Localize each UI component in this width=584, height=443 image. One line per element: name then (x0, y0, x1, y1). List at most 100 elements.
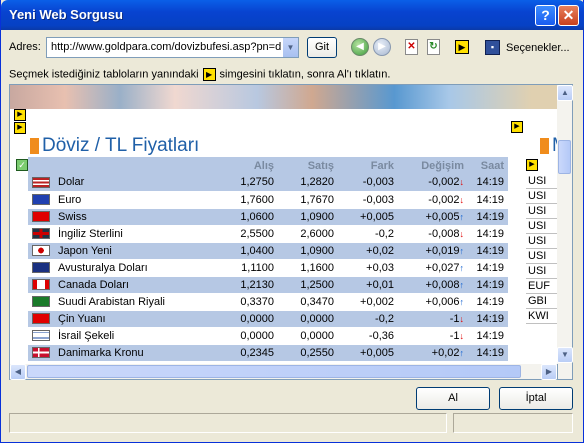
scroll-up-button[interactable]: ▲ (557, 85, 573, 101)
side-list-item: USI (526, 219, 557, 234)
column-header: Değişim (398, 157, 468, 174)
currency-name: İsrail Şekeli (58, 329, 115, 342)
satis-cell: 0,0000 (278, 327, 338, 345)
table-select-arrow-icon[interactable]: ▶ (511, 121, 523, 133)
address-value: http://www.goldpara.com/dovizbufesi.asp?… (51, 41, 282, 53)
web-preview[interactable]: ▶ ▶ ▶ Döviz / TL Fiyatları M ✓ ▶ AlışSat… (9, 84, 558, 380)
flag-icon (32, 228, 50, 240)
degisim-value: +0,006 (425, 295, 460, 308)
flag-icon (32, 245, 50, 257)
alis-cell: 1,2750 (218, 174, 278, 192)
degisim-cell: -1↓ (398, 327, 468, 345)
up-arrow-icon: ↑ (459, 347, 465, 358)
scroll-down-button[interactable]: ▼ (557, 347, 573, 363)
window-title: Yeni Web Sorgusu (9, 7, 123, 22)
currency-name: Çin Yuanı (58, 312, 106, 325)
saat-cell: 14:19 (468, 293, 508, 311)
flag-icon (32, 330, 50, 342)
close-button[interactable]: ✕ (558, 5, 579, 26)
degisim-value: +0,008 (425, 278, 460, 291)
import-button[interactable]: Al (416, 387, 490, 410)
saat-cell: 14:19 (468, 242, 508, 260)
satis-cell: 1,7670 (278, 191, 338, 209)
options-button[interactable]: Seçenekler... (506, 42, 570, 54)
alis-cell: 0,0000 (218, 327, 278, 345)
currency-name: Japon Yeni (58, 244, 112, 257)
vertical-scroll-thumb[interactable] (558, 140, 571, 174)
table-row: İngiliz Sterlini 2,5500 2,6000 -0,2 -0,008↓ 1… (28, 225, 508, 243)
fark-cell: +0,02 (338, 242, 398, 260)
degisim-value: +0,019 (425, 244, 460, 257)
forward-icon[interactable]: ▶ (373, 38, 391, 56)
column-header (28, 157, 218, 174)
satis-cell: 2,6000 (278, 225, 338, 243)
table-row: Euro 1,7600 1,7670 -0,003 -0,002↓ 14:19 (28, 191, 508, 209)
up-arrow-icon: ↑ (459, 279, 465, 290)
currency-name: Danimarka Kronu (58, 346, 144, 359)
degisim-cell: -0,002↓ (398, 191, 468, 209)
currency-name-cell: Danimarka Kronu (28, 344, 218, 362)
horizontal-scroll-thumb[interactable] (27, 365, 521, 378)
title-bar[interactable]: Yeni Web Sorgusu ? ✕ (1, 0, 584, 30)
table-select-arrow-icon[interactable]: ▶ (14, 122, 26, 134)
currency-name: Avusturalya Doları (58, 261, 148, 274)
table-row: Danimarka Kronu 0,2345 0,2550 +0,005 +0,02↑ 1… (28, 344, 508, 362)
side-list-item: USI (526, 264, 557, 279)
vertical-scrollbar[interactable]: ▲ ▼ (557, 84, 573, 380)
flag-icon (32, 279, 50, 291)
instruction-part2: simgesini tıklatın, sonra Al'ı tıklatın. (219, 68, 391, 81)
table-select-arrow-icon[interactable]: ▶ (526, 159, 538, 171)
degisim-value: +0,027 (425, 261, 460, 274)
address-dropdown-button[interactable]: ▼ (282, 38, 298, 57)
down-arrow-icon: ↓ (459, 228, 465, 239)
degisim-cell: -0,008↓ (398, 225, 468, 243)
fark-cell: -0,36 (338, 327, 398, 345)
go-button[interactable]: Git (307, 37, 337, 58)
flag-icon (32, 211, 50, 223)
satis-cell: 1,2820 (278, 174, 338, 192)
address-input[interactable]: http://www.goldpara.com/dovizbufesi.asp?… (46, 37, 299, 58)
flag-icon (32, 176, 50, 188)
side-list-item: USI (526, 189, 557, 204)
down-arrow-icon: ↓ (459, 330, 465, 341)
table-row: Dolar 1,2750 1,2820 -0,003 -0,002↓ 14:19 (28, 174, 508, 192)
cancel-button[interactable]: İptal (499, 387, 573, 410)
table-selected-check-icon[interactable]: ✓ (16, 159, 28, 171)
satis-cell: 1,0900 (278, 242, 338, 260)
save-query-icon[interactable]: ▪ (485, 40, 500, 55)
degisim-cell: -1↓ (398, 310, 468, 328)
flag-icon (32, 194, 50, 206)
currency-name-cell: Euro (28, 191, 218, 209)
satis-cell: 0,3470 (278, 293, 338, 311)
fark-cell: +0,005 (338, 208, 398, 226)
satis-cell: 0,0000 (278, 310, 338, 328)
column-header: Alış (218, 157, 278, 174)
side-list-item: USI (526, 174, 557, 189)
currency-name-cell: Swiss (28, 208, 218, 226)
horizontal-scrollbar[interactable]: ◀ ▶ (9, 364, 558, 380)
table-row: Avusturalya Doları 1,1100 1,1600 +0,03 +0,02… (28, 259, 508, 277)
section-title: Döviz / TL Fiyatları (42, 135, 200, 156)
section-marker (30, 138, 39, 154)
degisim-cell: +0,027↑ (398, 259, 468, 277)
table-select-arrow-icon[interactable]: ▶ (14, 109, 26, 121)
down-arrow-icon: ↓ (459, 194, 465, 205)
alis-cell: 1,0600 (218, 208, 278, 226)
saat-cell: 14:19 (468, 310, 508, 328)
help-button[interactable]: ? (535, 5, 556, 26)
scroll-right-button[interactable]: ▶ (541, 364, 557, 380)
side-list-item: KWI (526, 309, 557, 324)
hide-icons-icon[interactable]: ▶ (455, 40, 469, 54)
down-arrow-icon: ↓ (459, 177, 465, 188)
refresh-icon[interactable]: ↻ (427, 39, 440, 55)
alis-cell: 2,5500 (218, 225, 278, 243)
back-icon[interactable]: ◀ (351, 38, 369, 56)
scroll-left-button[interactable]: ◀ (10, 364, 26, 380)
side-list-item: USI (526, 249, 557, 264)
instruction-text: Seçmek istediğiniz tabloların yanındaki ▶… (9, 68, 390, 81)
stop-icon[interactable]: ✕ (405, 39, 418, 55)
fark-cell: +0,005 (338, 344, 398, 362)
fark-cell: -0,003 (338, 191, 398, 209)
satis-cell: 1,1600 (278, 259, 338, 277)
table-row: Swiss 1,0600 1,0900 +0,005 +0,005↑ 14:19 (28, 208, 508, 226)
